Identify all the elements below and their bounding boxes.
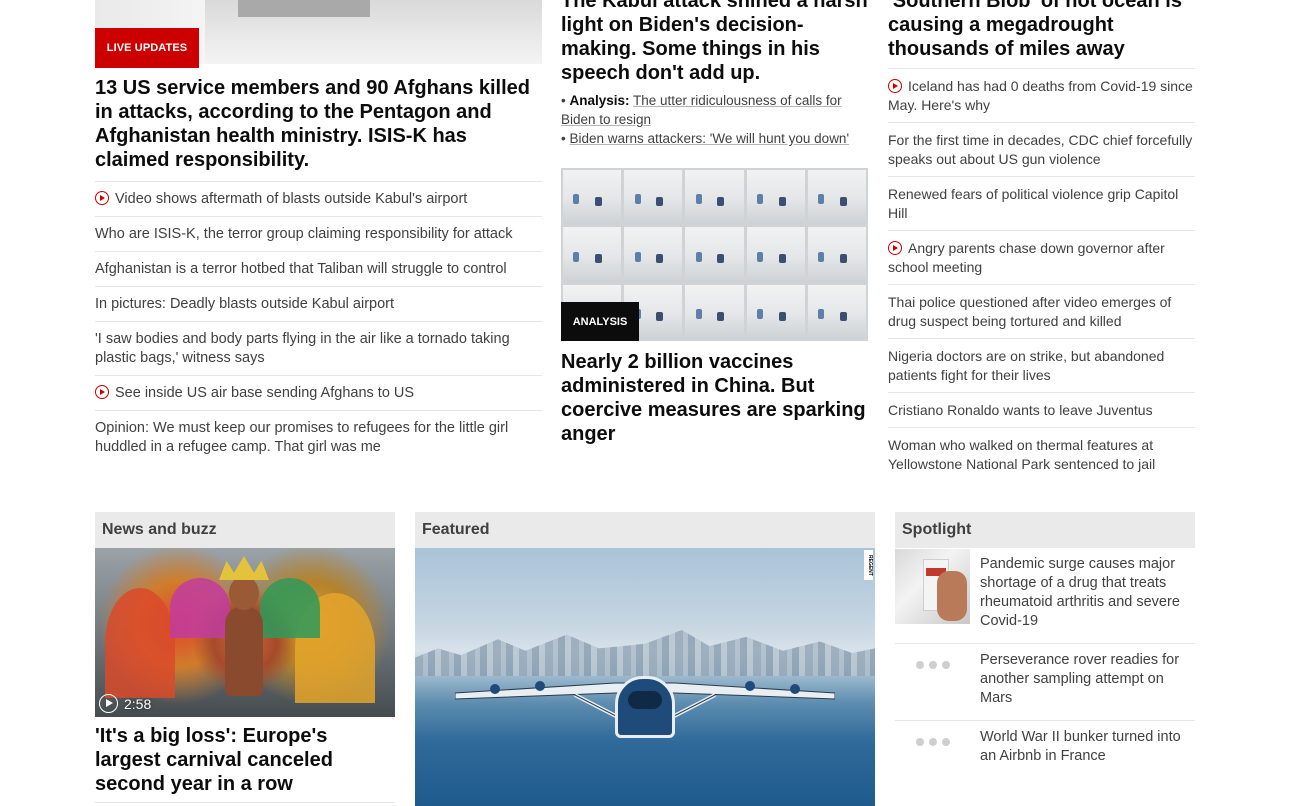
analysis-badge: ANALYSIS [561,302,639,341]
featured-seaglider-ad[interactable]: REGENT [415,548,875,806]
advertiser-logo: REGENT [864,550,873,580]
image-detail [624,170,683,225]
loading-thumbnail [895,627,970,702]
related-link[interactable]: 'I saw bodies and body parts flying in t… [95,321,542,375]
top-story-related-links: Video shows aftermath of blasts outside … [95,181,542,464]
loading-dots-icon [895,704,970,779]
story-link[interactable]: Iceland has had 0 deaths from Covid-19 s… [888,68,1195,122]
related-link[interactable]: Who are ISIS-K, the terror group claimin… [95,216,542,251]
image-detail [105,588,175,698]
image-detail [624,227,683,282]
story-link[interactable]: Cristiano Ronaldo wants to leave Juventu… [888,392,1195,427]
image-detail [807,227,866,282]
play-video-icon [95,191,109,205]
image-detail [807,170,866,225]
top-story-headline[interactable]: 13 US service members and 90 Afghans kil… [95,76,542,172]
image-detail [225,606,263,696]
southern-blob-headline[interactable]: 'Southern Blob' of hot ocean is causing … [888,0,1195,61]
image-detail [746,284,805,339]
image-detail [563,170,622,225]
story-link[interactable]: Nigeria doctors are on strike, but aband… [888,338,1195,392]
image-detail [746,170,805,225]
related-link[interactable]: See inside US air base sending Afghans t… [95,375,542,410]
drug-thumbnail [895,549,970,624]
sub-link-analysis[interactable]: • Analysis: The utter ridiculousness of … [561,91,868,129]
sub-links: • Analysis: The utter ridiculousness of … [561,91,868,148]
carnival-video-thumbnail[interactable]: 2:58 [95,548,395,717]
carnival-headline[interactable]: 'It's a big loss': Europe's largest carn… [95,724,395,796]
image-detail [238,0,370,17]
play-video-icon [888,79,902,93]
story-link[interactable]: Renewed fears of political violence grip… [888,176,1195,230]
vaccine-center-image[interactable]: ANALYSIS [561,168,868,341]
story-link[interactable]: Angry parents chase down governor after … [888,230,1195,284]
story-link[interactable]: Woman who walked on thermal features at … [888,427,1195,481]
image-detail [229,576,259,610]
related-link[interactable]: Video shows aftermath of blasts outside … [95,181,542,216]
loading-thumbnail [895,704,970,779]
second-story-column: The Kabul attack shined a harsh light on… [561,0,868,446]
related-link[interactable]: Opinion: We must keep our promises to re… [95,410,542,464]
image-detail [563,227,622,282]
image-detail [685,284,744,339]
spotlight-headline: Pandemic surge causes major shortage of … [980,556,1180,629]
china-vaccines-headline[interactable]: Nearly 2 billion vaccines administered i… [561,350,868,446]
image-detail [219,556,269,580]
featured-header: Featured [415,512,875,548]
spotlight-header: Spotlight [895,512,1195,548]
sub-link-biden-warns[interactable]: • Biden warns attackers: 'We will hunt y… [561,129,868,148]
loading-dots-icon [895,627,970,702]
video-duration: 2:58 [99,694,151,713]
image-detail [260,578,320,638]
third-story-column: 'Southern Blob' of hot ocean is causing … [888,0,1195,481]
play-video-icon [95,385,109,399]
top-story-column: LIVE UPDATES 13 US service members and 9… [95,0,542,464]
image-detail [685,170,744,225]
image-detail [170,578,230,638]
spotlight-headline: Perseverance rover readies for another s… [980,652,1180,706]
news-and-buzz-header: News and buzz [95,512,395,548]
image-detail [615,676,675,738]
live-updates-badge: LIVE UPDATES [95,28,199,68]
story-link[interactable]: For the first time in decades, CDC chief… [888,122,1195,176]
play-video-icon [99,694,118,713]
more-stories-list: Iceland has had 0 deaths from Covid-19 s… [888,68,1195,481]
biden-analysis-headline[interactable]: The Kabul attack shined a harsh light on… [561,0,868,85]
divider [95,802,395,803]
spotlight-headline: World War II bunker turned into an Airbn… [980,729,1181,764]
image-detail [807,284,866,339]
story-link[interactable]: Thai police questioned after video emerg… [888,284,1195,338]
related-link[interactable]: In pictures: Deadly blasts outside Kabul… [95,286,542,321]
image-detail [746,227,805,282]
image-detail [937,571,967,621]
related-link[interactable]: Afghanistan is a terror hotbed that Tali… [95,251,542,286]
image-detail [685,227,744,282]
play-video-icon [888,241,902,255]
